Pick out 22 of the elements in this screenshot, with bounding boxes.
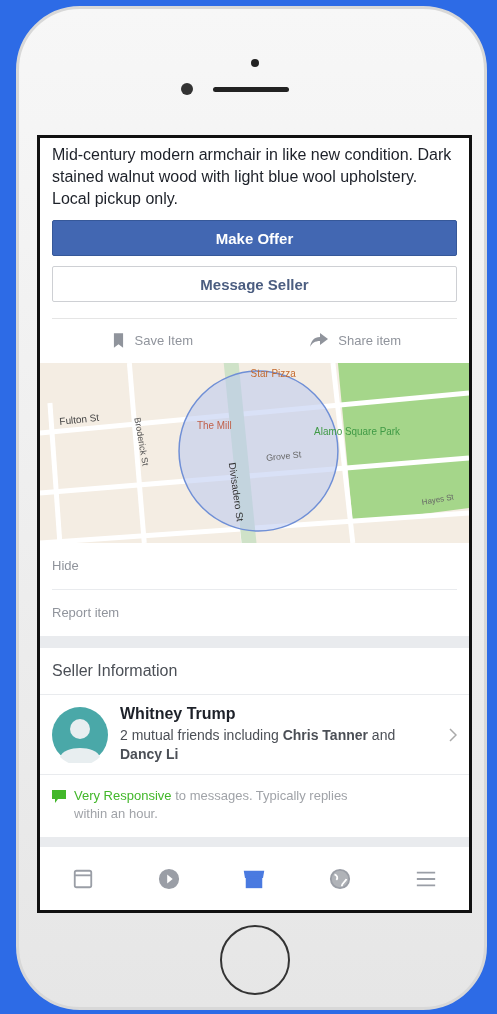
responsiveness-text: Very Responsive to messages. Typically replies within an hour. (74, 787, 349, 823)
share-item-button[interactable]: Share item (254, 319, 457, 361)
play-icon (157, 867, 180, 890)
hide-option[interactable]: Hide (52, 543, 457, 589)
mutual-friends-text: 2 mutual friends including Chris Tanner and Dancy Li (120, 726, 397, 764)
make-offer-button[interactable]: Make Offer (52, 220, 457, 256)
bookmark-icon (113, 332, 125, 348)
message-seller-button[interactable]: Message Seller (52, 266, 457, 302)
save-item-button[interactable]: Save Item (52, 319, 255, 361)
listing-description: Mid-century modern armchair in like new condition. Dark stained walnut wood with light blue wool upholstery. Local pickup only. (52, 145, 453, 209)
share-arrow-icon (310, 333, 329, 347)
chevron-right-icon (449, 727, 457, 742)
seller-row[interactable]: Whitney Trump 2 mutual friends including Chris Tanner and Dancy Li (40, 695, 469, 775)
avatar-silhouette (52, 706, 108, 763)
sensor-dot (250, 59, 259, 67)
seller-name: Whitney Trump (120, 705, 237, 723)
section-heading: Seller Information (40, 648, 469, 695)
home-button[interactable] (219, 925, 290, 995)
newspaper-icon (71, 867, 94, 890)
globe-icon (329, 867, 352, 890)
camera-icon (180, 83, 193, 95)
chat-bubble-icon (52, 790, 66, 803)
